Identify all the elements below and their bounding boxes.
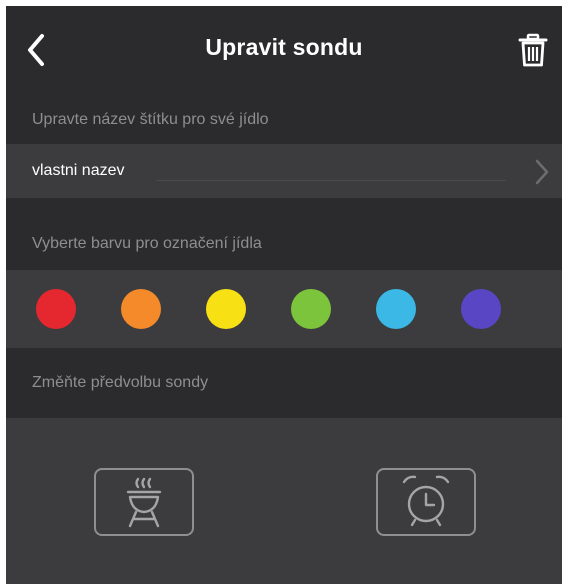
color-swatch-red[interactable] — [36, 289, 76, 329]
trash-icon — [518, 33, 548, 67]
page-title: Upravit sondu — [205, 34, 363, 60]
timer-preset-button[interactable] — [376, 468, 476, 536]
preset-heading: Změňte předvolbu sondy — [6, 348, 562, 418]
label-name-value: vlastni nazev — [32, 162, 125, 179]
color-heading: Vyberte barvu pro označení jídla — [6, 218, 562, 270]
color-swatch-purple[interactable] — [461, 289, 501, 329]
color-swatch-green[interactable] — [291, 289, 331, 329]
preset-area — [6, 418, 562, 584]
chevron-right-icon — [535, 159, 549, 185]
name-field-underline — [156, 180, 506, 181]
label-name-row[interactable]: vlastni nazev — [6, 144, 562, 198]
label-name-heading: Upravte název štítku pro své jídlo — [6, 96, 562, 144]
delete-button[interactable] — [516, 30, 550, 70]
grill-preset-button[interactable] — [94, 468, 194, 536]
color-swatch-yellow[interactable] — [206, 289, 246, 329]
color-swatch-orange[interactable] — [121, 289, 161, 329]
grill-icon — [126, 477, 162, 528]
color-swatch-blue[interactable] — [376, 289, 416, 329]
top-bar: Upravit sondu — [6, 6, 562, 96]
alarm-clock-icon — [402, 475, 450, 527]
app-screen: Upravit sondu Upravte název štítku pro s… — [6, 6, 562, 584]
